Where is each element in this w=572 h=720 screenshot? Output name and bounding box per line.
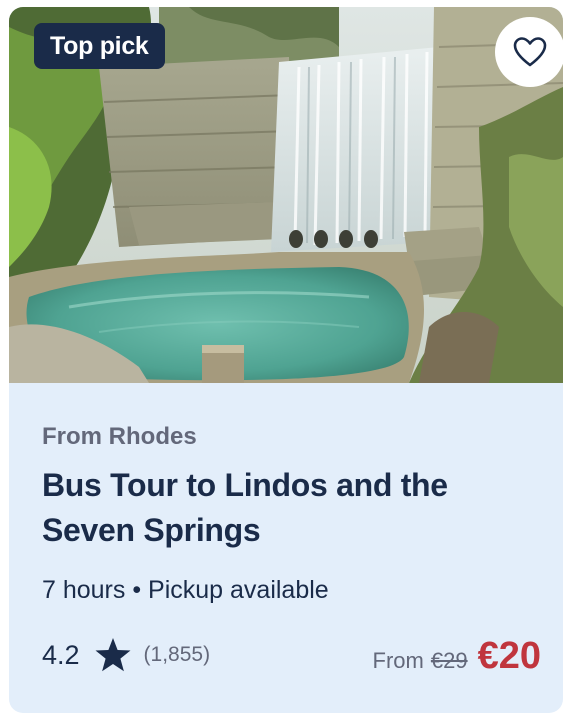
review-count: (1,855): [143, 643, 211, 666]
discounted-price: €20: [477, 635, 541, 677]
price-from-label: From: [372, 648, 424, 673]
departure-city: From Rhodes: [42, 423, 197, 450]
price: From €29 €20: [373, 635, 541, 678]
tour-title[interactable]: Bus Tour to Lindos and the Seven Springs: [42, 463, 522, 553]
rating: 4.2 (1,855): [42, 637, 210, 673]
tour-photo[interactable]: Top pick: [9, 7, 563, 383]
rating-value: 4.2: [42, 639, 80, 670]
top-pick-badge: Top pick: [34, 23, 165, 69]
star-icon: [95, 638, 131, 672]
heart-icon: [513, 37, 547, 67]
favorite-button[interactable]: [495, 17, 563, 87]
tour-details: 7 hours • Pickup available: [42, 576, 329, 604]
tour-card[interactable]: Top pick From Rhodes Bus Tour to Lindos …: [9, 7, 563, 713]
tour-info: From Rhodes Bus Tour to Lindos and the S…: [9, 383, 563, 713]
original-price: €29: [430, 648, 468, 673]
